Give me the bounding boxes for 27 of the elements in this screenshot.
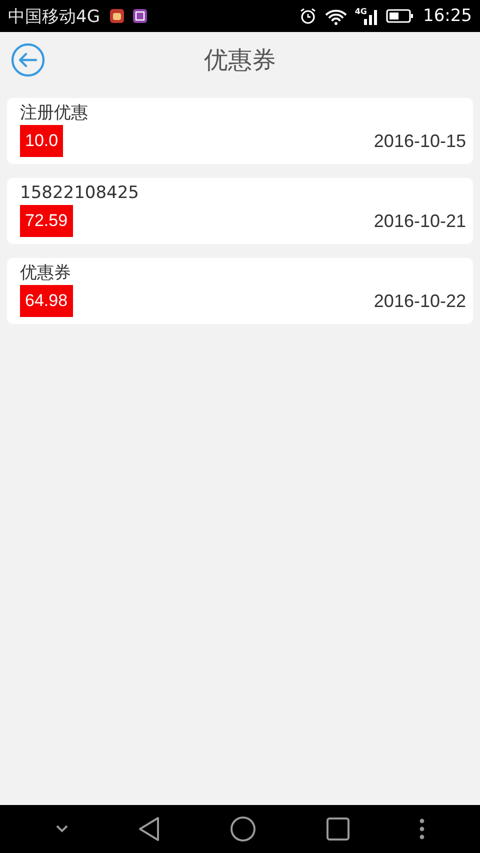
coupon-amount: 64.98 xyxy=(20,285,73,317)
carrier-name: 中国移动4G xyxy=(8,6,100,28)
chevron-down-icon[interactable] xyxy=(54,824,69,834)
image-notification-icon xyxy=(132,8,148,24)
more-icon[interactable] xyxy=(419,817,426,841)
coupon-card[interactable]: 注册优惠 10.0 2016-10-15 xyxy=(7,98,473,164)
alarm-icon xyxy=(298,7,317,25)
back-button[interactable] xyxy=(10,42,46,78)
network-type-label: 4G xyxy=(354,7,367,16)
wifi-icon xyxy=(324,7,348,25)
coupon-amount: 72.59 xyxy=(20,205,73,237)
coupon-date: 2016-10-21 xyxy=(374,210,466,232)
recents-icon[interactable] xyxy=(326,817,350,841)
coupon-amount: 10.0 xyxy=(20,125,64,157)
coupon-card[interactable]: 优惠券 64.98 2016-10-22 xyxy=(7,258,473,324)
back-icon[interactable] xyxy=(138,816,160,842)
clock-time: 16:25 xyxy=(423,6,472,26)
coupon-date: 2016-10-15 xyxy=(374,130,466,152)
coupon-name: 15822108425 xyxy=(20,182,140,205)
battery-icon xyxy=(386,8,414,24)
coupon-date: 2016-10-22 xyxy=(374,290,466,312)
app-notification-icon xyxy=(109,8,125,24)
page-title: 优惠券 xyxy=(203,45,277,76)
coupon-name: 注册优惠 xyxy=(20,102,89,125)
home-icon[interactable] xyxy=(230,816,256,842)
coupon-card[interactable]: 15822108425 72.59 2016-10-21 xyxy=(7,178,473,244)
coupon-name: 优惠券 xyxy=(20,262,72,285)
